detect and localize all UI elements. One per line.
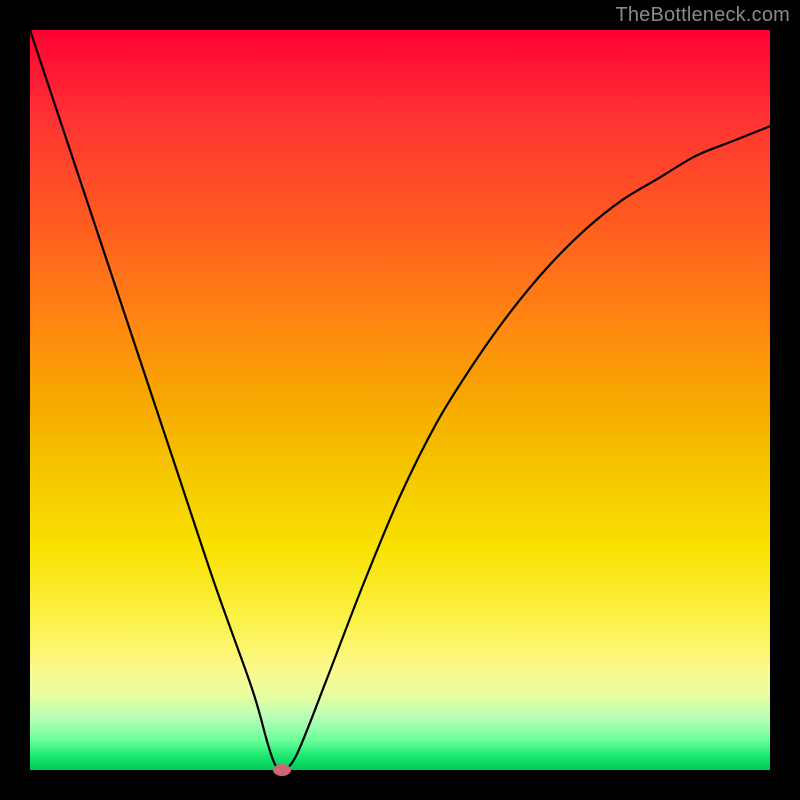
plot-area xyxy=(30,30,770,770)
bottleneck-curve xyxy=(30,30,770,770)
curve-path xyxy=(30,30,770,770)
minimum-marker xyxy=(273,764,291,776)
watermark-text: TheBottleneck.com xyxy=(615,4,790,27)
chart-stage: TheBottleneck.com xyxy=(0,0,800,800)
